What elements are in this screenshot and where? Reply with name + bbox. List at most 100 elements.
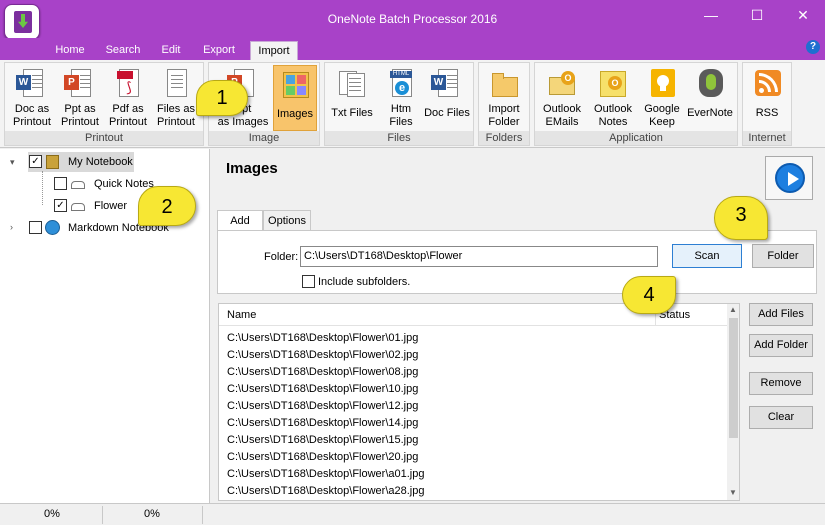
list-item[interactable]: C:\Users\DT168\Desktop\Flower\12.jpg [227, 398, 418, 415]
ribbon-button-label: Doc as Printout [13, 103, 51, 128]
run-button[interactable] [765, 156, 813, 200]
globe-notebook-icon [45, 220, 60, 235]
scan-button[interactable]: Scan [672, 244, 742, 268]
add-files-button[interactable]: Add Files [749, 303, 813, 326]
ribbon-group-label: Internet [743, 131, 791, 145]
list-item[interactable]: C:\Users\DT168\Desktop\Flower\15.jpg [227, 432, 418, 449]
help-icon[interactable]: ? [806, 40, 820, 54]
minimize-button[interactable]: — [688, 0, 734, 30]
outlook-notes-button[interactable]: O Outlook Notes [589, 65, 637, 131]
files-as-printout-button[interactable]: Files as Printout [153, 65, 199, 131]
section-checkbox[interactable]: ✓ [54, 199, 67, 212]
maximize-button[interactable]: ☐ [734, 0, 780, 30]
rss-button[interactable]: RSS [745, 65, 789, 131]
callout-1: 1 [196, 80, 248, 116]
ribbon-group-label: Printout [5, 131, 203, 145]
outlook-email-icon: O [549, 69, 575, 99]
tab-import[interactable]: Import [250, 41, 298, 60]
tab-search[interactable]: Search [98, 41, 148, 60]
notebook-checkbox[interactable] [29, 221, 42, 234]
ribbon-group-folders: Import Folder Folders [478, 62, 530, 146]
ppt-as-printout-button[interactable]: P Ppt as Printout [57, 65, 103, 131]
pdf-as-printout-button[interactable]: ⟆ Pdf as Printout [105, 65, 151, 131]
tab-home[interactable]: Home [46, 41, 94, 60]
rss-icon [754, 69, 781, 99]
google-keep-button[interactable]: Google Keep [639, 65, 685, 131]
list-scrollbar[interactable]: ▲ ▼ [727, 304, 739, 500]
tab-export[interactable]: Export [194, 41, 244, 60]
add-folder-button[interactable]: Add Folder [749, 334, 813, 357]
play-icon [775, 163, 805, 193]
title-bar: OneNote Batch Processor 2016 — ☐ ✕ [0, 0, 825, 40]
word-doc-icon: W [16, 69, 45, 99]
expand-arrow-icon[interactable]: › [10, 222, 13, 232]
section-icon [71, 181, 85, 189]
menu-bar: Home Search Edit Export Import [0, 38, 825, 60]
close-button[interactable]: ✕ [780, 0, 825, 30]
ribbon-group-label: Folders [479, 131, 529, 145]
section-icon [71, 203, 85, 211]
callout-4: 4 [622, 276, 676, 314]
list-item[interactable]: C:\Users\DT168\Desktop\Flower\a28.jpg [227, 483, 424, 500]
page-title: Images [226, 160, 278, 177]
ribbon-group-files: Txt Files HTML e Htm Files W Doc Files F… [324, 62, 474, 146]
remove-button[interactable]: Remove [749, 372, 813, 395]
ribbon-group-label: Image [209, 131, 319, 145]
folder-button[interactable]: Folder [752, 244, 814, 268]
powerpoint-doc-icon: P [64, 69, 93, 99]
doc-as-printout-button[interactable]: W Doc as Printout [9, 65, 55, 131]
list-item[interactable]: C:\Users\DT168\Desktop\Flower\20.jpg [227, 449, 418, 466]
column-name[interactable]: Name [227, 309, 256, 321]
collapse-arrow-icon[interactable]: ▾ [10, 157, 15, 168]
ribbon-group-application: O Outlook EMails O Outlook Notes Google … [534, 62, 738, 146]
images-icon [282, 70, 309, 100]
outlook-notes-icon: O [600, 69, 626, 99]
list-item[interactable]: C:\Users\DT168\Desktop\Flower\10.jpg [227, 381, 418, 398]
status-bar: 0% 0% [0, 503, 825, 525]
scroll-up-icon[interactable]: ▲ [729, 305, 737, 314]
folder-label: Folder: [264, 251, 299, 263]
tab-edit[interactable]: Edit [152, 41, 190, 60]
file-list: Name Status C:\Users\DT168\Desktop\Flowe… [218, 303, 740, 501]
ribbon-group-internet: RSS Internet [742, 62, 792, 146]
tab-options[interactable]: Options [263, 210, 311, 230]
pdf-doc-icon: ⟆ [115, 69, 141, 99]
callout-3: 3 [714, 196, 768, 240]
google-keep-icon [649, 69, 675, 99]
tree-item-my-notebook[interactable]: ✓ My Notebook [28, 152, 134, 172]
ribbon: W Doc as Printout P Ppt as Printout ⟆ Pd… [0, 60, 825, 148]
status-progress-right: 0% [144, 508, 160, 520]
include-subfolders-checkbox[interactable] [302, 275, 315, 288]
scroll-thumb[interactable] [729, 318, 738, 438]
doc-files-button[interactable]: W Doc Files [423, 65, 471, 131]
images-button[interactable]: Images [273, 65, 317, 131]
list-item[interactable]: C:\Users\DT168\Desktop\Flower\14.jpg [227, 415, 418, 432]
clear-button[interactable]: Clear [749, 406, 813, 429]
notebook-checkbox[interactable]: ✓ [29, 155, 42, 168]
callout-2: 2 [138, 186, 196, 226]
txt-files-button[interactable]: Txt Files [327, 65, 377, 131]
folder-path-input[interactable]: C:\Users\DT168\Desktop\Flower [300, 246, 658, 267]
list-item[interactable]: C:\Users\DT168\Desktop\Flower\08.jpg [227, 364, 418, 381]
section-checkbox[interactable] [54, 177, 67, 190]
folder-icon [491, 69, 518, 99]
outlook-emails-button[interactable]: O Outlook EMails [537, 65, 587, 131]
list-item[interactable]: C:\Users\DT168\Desktop\Flower\01.jpg [227, 330, 418, 347]
import-folder-button[interactable]: Import Folder [481, 65, 527, 131]
scroll-down-icon[interactable]: ▼ [729, 488, 737, 497]
notebook-icon [46, 155, 59, 169]
htm-files-icon: HTML e [388, 69, 414, 99]
evernote-icon [697, 69, 723, 99]
include-subfolders-label: Include subfolders. [318, 276, 411, 288]
htm-files-button[interactable]: HTML e Htm Files [379, 65, 423, 131]
ribbon-group-label: Files [325, 131, 473, 145]
status-progress-left: 0% [44, 508, 60, 520]
tab-add[interactable]: Add [217, 210, 263, 230]
files-doc-icon [163, 69, 189, 99]
list-item[interactable]: C:\Users\DT168\Desktop\Flower\02.jpg [227, 347, 418, 364]
evernote-button[interactable]: EverNote [685, 65, 735, 131]
ribbon-group-label: Application [535, 131, 737, 145]
ribbon-group-printout: W Doc as Printout P Ppt as Printout ⟆ Pd… [4, 62, 204, 146]
doc-files-icon: W [431, 69, 460, 99]
list-item[interactable]: C:\Users\DT168\Desktop\Flower\a01.jpg [227, 466, 424, 483]
